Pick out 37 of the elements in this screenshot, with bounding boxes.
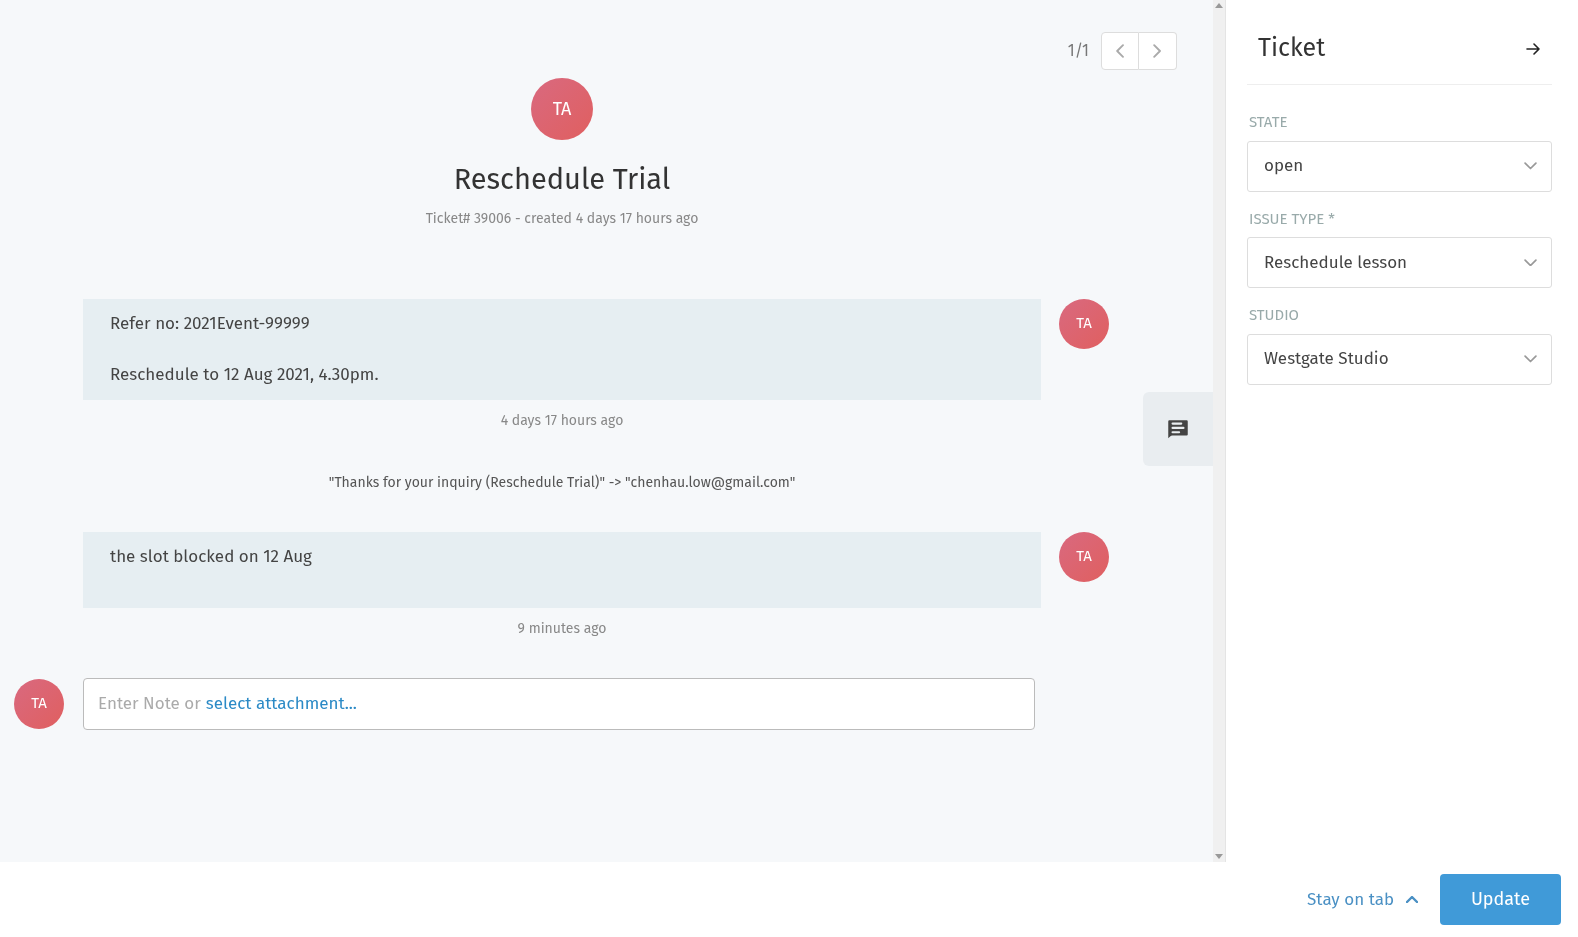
update-button[interactable]: Update	[1440, 874, 1561, 925]
stay-on-tab-button[interactable]: Stay on tab	[1307, 886, 1418, 913]
user-avatar: TA	[14, 678, 64, 729]
select-field[interactable]: Reschedule lesson	[1247, 237, 1552, 288]
chevron-down-icon	[1524, 162, 1537, 170]
note-input-field[interactable]: Enter Note or select attachment...	[83, 677, 1035, 730]
previous-button[interactable]	[1101, 32, 1139, 70]
user-avatar: TA	[531, 78, 593, 140]
field-label: STUDIO	[1248, 305, 1300, 326]
message-timestamp: 9 minutes ago	[517, 619, 607, 637]
select-attachment-link[interactable]: select attachment...	[205, 690, 357, 717]
ticket-meta: Ticket# 39006 - created 4 days 17 hours ago	[425, 208, 699, 229]
chevron-up-icon	[1406, 896, 1418, 903]
chevron-down-icon	[1524, 355, 1537, 363]
next-button[interactable]	[1139, 32, 1177, 70]
scrollbar[interactable]	[1213, 0, 1225, 862]
user-avatar: TA	[1059, 298, 1109, 349]
chevron-down-icon	[1524, 258, 1537, 267]
arrow-right-icon	[1526, 43, 1540, 55]
ticket-title: Reschedule Trial	[453, 161, 671, 199]
field-label: ISSUE TYPE *	[1248, 208, 1336, 230]
pagination-label: 1/1	[1067, 40, 1089, 62]
select-field[interactable]: Westgate Studio	[1247, 333, 1552, 385]
user-avatar: TA	[1059, 531, 1109, 582]
chevron-left-icon	[1115, 44, 1125, 58]
collapse-sidebar-button[interactable]	[1526, 43, 1540, 55]
field-label: STATE	[1248, 112, 1289, 133]
note-placeholder: Enter Note or	[98, 691, 201, 716]
message-text: the slot blocked on 12 Aug	[110, 544, 313, 569]
message-timestamp: 4 days 17 hours ago	[500, 411, 624, 429]
message-text: Refer no: 2021Event-99999	[110, 311, 311, 336]
sidebar-title: Ticket	[1258, 32, 1326, 66]
select-field[interactable]: open	[1247, 140, 1552, 192]
system-notice: "Thanks for your inquiry (Reschedule Trial)" -> "chenhau.low@gmail.com"	[328, 473, 796, 491]
chat-toggle-button[interactable]	[1143, 392, 1213, 466]
chevron-right-icon	[1153, 44, 1162, 58]
message-text: Reschedule to 12 Aug 2021, 4.30pm.	[110, 363, 380, 387]
